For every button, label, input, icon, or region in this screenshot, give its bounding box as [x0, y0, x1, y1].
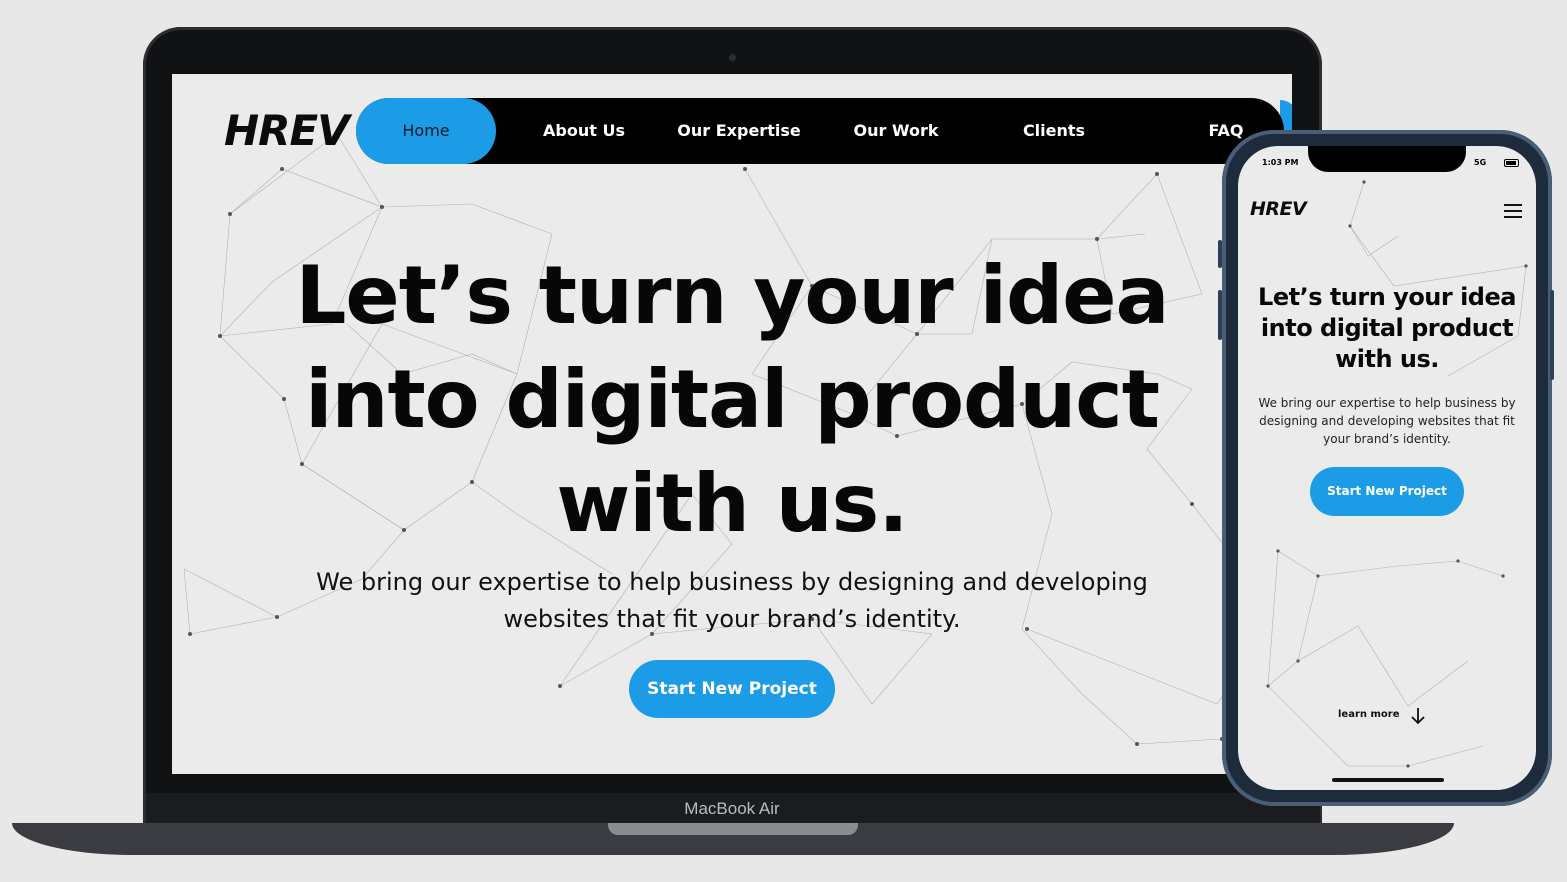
phone-side-button: [1218, 240, 1222, 268]
hero-subtitle: We bring our expertise to help business …: [292, 564, 1172, 638]
hero-title-line-3: with us.: [556, 457, 908, 550]
mobile-hero-title: Let’s turn your idea into digital produc…: [1244, 282, 1530, 375]
mobile-hero-subtitle-line-1: We bring our expertise to help business …: [1258, 396, 1516, 410]
mobile-start-new-project-button[interactable]: Start New Project: [1310, 467, 1464, 516]
hero-subtitle-line-2: websites that fit your brand’s identity.: [503, 605, 961, 633]
home-indicator: [1332, 778, 1444, 782]
phone-screen: 1:03 PM 5G HREV Let’s turn your idea int…: [1238, 146, 1536, 790]
hero-title-line-1: Let’s turn your idea: [295, 249, 1169, 342]
learn-more-label: learn more: [1338, 709, 1400, 720]
nav-clients[interactable]: Clients: [984, 98, 1124, 164]
phone-side-button: [1550, 290, 1554, 380]
laptop-notch: [608, 823, 858, 835]
mobile-hero-subtitle-line-3: your brand’s identity.: [1323, 432, 1451, 446]
hamburger-menu-icon[interactable]: [1504, 204, 1524, 220]
status-time: 1:03 PM: [1262, 158, 1299, 167]
nav-about-us[interactable]: About Us: [514, 98, 654, 164]
status-network: 5G: [1474, 158, 1487, 167]
mobile-brand-logo[interactable]: HREV: [1250, 198, 1307, 220]
battery-icon: [1504, 159, 1519, 167]
laptop-screen: HREV Home About Us Our Expertise Our Wor…: [172, 74, 1292, 774]
nav-our-expertise[interactable]: Our Expertise: [664, 98, 814, 164]
mobile-hero-title-line-2: into digital product: [1260, 314, 1514, 342]
arrow-down-icon: [1411, 708, 1425, 725]
mobile-hero-title-line-1: Let’s turn your idea: [1258, 283, 1516, 311]
hero-title-line-2: into digital product: [305, 353, 1160, 446]
phone-notch: [1308, 146, 1466, 172]
nav-home[interactable]: Home: [356, 98, 496, 164]
laptop-camera: [729, 54, 736, 61]
mobile-hero-subtitle-line-2: designing and developing websites that f…: [1259, 414, 1515, 428]
brand-logo[interactable]: HREV: [224, 106, 350, 155]
hero-subtitle-line-1: We bring our expertise to help business …: [316, 568, 1148, 596]
main-nav: Home About Us Our Expertise Our Work Cli…: [356, 98, 1284, 164]
phone-side-button: [1218, 290, 1222, 340]
nav-our-work[interactable]: Our Work: [826, 98, 966, 164]
hero-title: Let’s turn your idea into digital produc…: [282, 244, 1182, 556]
device-label: MacBook Air: [684, 799, 780, 818]
mobile-hero-title-line-3: with us.: [1335, 345, 1439, 373]
start-new-project-button[interactable]: Start New Project: [629, 660, 835, 718]
mobile-hero-subtitle: We bring our expertise to help business …: [1252, 394, 1522, 448]
